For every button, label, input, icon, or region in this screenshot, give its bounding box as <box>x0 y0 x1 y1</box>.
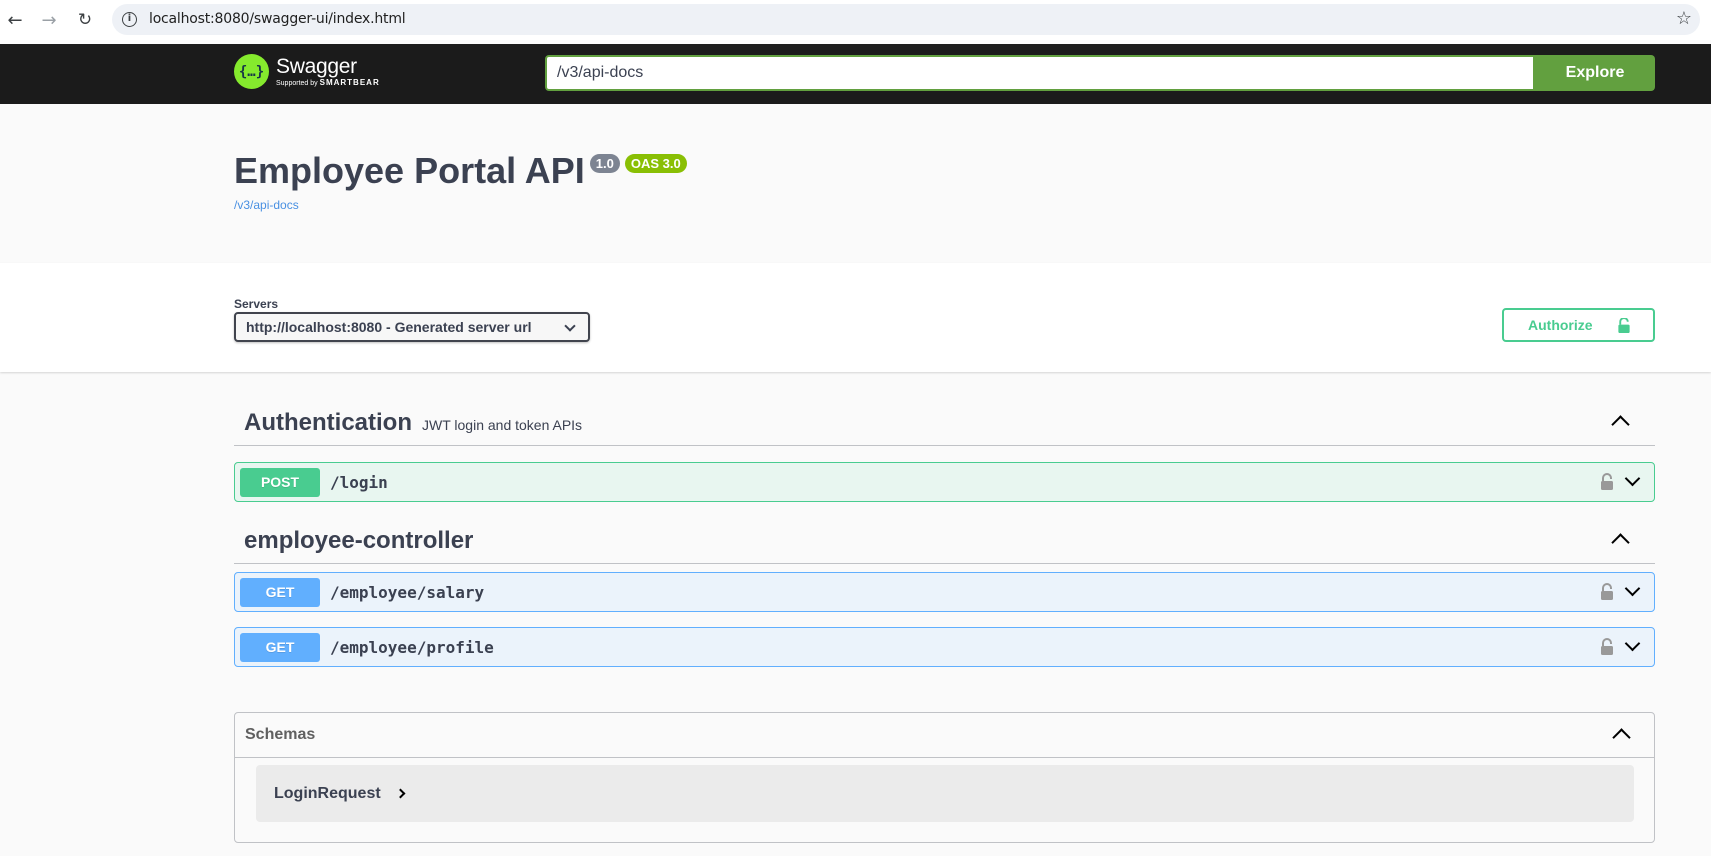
method-badge: GET <box>240 632 320 662</box>
method-badge: GET <box>240 577 320 607</box>
site-info-icon[interactable]: i <box>122 12 137 27</box>
scheme-container: Servers http://localhost:8080 - Generate… <box>0 263 1711 372</box>
back-arrow-icon[interactable]: ← <box>4 9 26 31</box>
chevron-down-icon <box>564 320 576 332</box>
chevron-up-icon[interactable] <box>1611 533 1630 552</box>
schema-name: LoginRequest <box>274 784 381 802</box>
operation-get-employee-profile[interactable]: GET /employee/profile <box>234 627 1655 667</box>
operation-path: /employee/salary <box>330 582 485 602</box>
tag-description: JWT login and token APIs <box>422 416 583 433</box>
tag-authentication[interactable]: Authentication JWT login and token APIs <box>234 400 1655 446</box>
chevron-right-icon[interactable] <box>395 788 406 799</box>
lock-icon[interactable] <box>1600 583 1614 600</box>
schema-item-loginrequest[interactable]: LoginRequest <box>256 765 1634 822</box>
schemas-title: Schemas <box>245 726 316 743</box>
operation-post-login[interactable]: POST /login <box>234 462 1655 502</box>
api-title: Employee Portal API <box>234 150 585 191</box>
browser-toolbar: ← → ↻ i localhost:8080/swagger-ui/index.… <box>0 0 1711 40</box>
chevron-down-icon[interactable] <box>1624 635 1641 652</box>
server-select[interactable]: http://localhost:8080 - Generated server… <box>234 312 590 342</box>
chevron-up-icon[interactable] <box>1611 415 1630 434</box>
method-badge: POST <box>240 467 320 497</box>
lock-icon[interactable] <box>1600 638 1614 655</box>
swagger-topbar: {…} Swagger Supported by SMARTBEAR /v3/a… <box>0 44 1711 104</box>
url-text[interactable]: localhost:8080/swagger-ui/index.html <box>149 11 406 27</box>
chevron-up-icon[interactable] <box>1612 728 1631 747</box>
spec-link[interactable]: /v3/api-docs <box>234 198 687 212</box>
swagger-logo[interactable]: {…} Swagger Supported by SMARTBEAR <box>234 54 380 89</box>
authorize-button[interactable]: Authorize <box>1502 308 1655 342</box>
operation-path: /login <box>330 472 388 492</box>
tag-name: employee-controller <box>244 526 474 554</box>
chevron-down-icon[interactable] <box>1624 470 1641 487</box>
version-badge: 1.0 <box>589 154 620 173</box>
oas-badge: OAS 3.0 <box>624 154 687 173</box>
schemas-header[interactable]: Schemas <box>235 713 1654 758</box>
operation-get-employee-salary[interactable]: GET /employee/salary <box>234 572 1655 612</box>
api-info: Employee Portal API 1.0 OAS 3.0 /v3/api-… <box>234 150 687 212</box>
lock-icon[interactable] <box>1600 473 1614 490</box>
authorize-label: Authorize <box>1528 317 1593 333</box>
swagger-logo-subtitle: Supported by SMARTBEAR <box>276 77 380 88</box>
server-select-value: http://localhost:8080 - Generated server… <box>246 319 532 335</box>
swagger-logo-icon: {…} <box>234 54 269 89</box>
operation-path: /employee/profile <box>330 637 494 657</box>
reload-icon[interactable]: ↻ <box>74 9 96 31</box>
unlocked-lock-icon <box>1618 318 1630 333</box>
tag-name: Authentication <box>244 408 412 436</box>
chevron-down-icon[interactable] <box>1624 580 1641 597</box>
explore-button[interactable]: Explore <box>1535 55 1655 91</box>
api-title-row: Employee Portal API 1.0 OAS 3.0 <box>234 150 687 192</box>
swagger-logo-text: Swagger Supported by SMARTBEAR <box>276 54 380 88</box>
logo-sub-prefix: Supported by <box>276 79 318 87</box>
swagger-logo-title: Swagger <box>276 54 357 78</box>
address-bar[interactable]: i localhost:8080/swagger-ui/index.html ☆ <box>112 4 1700 35</box>
forward-arrow-icon[interactable]: → <box>38 9 60 31</box>
tag-employee-controller[interactable]: employee-controller <box>234 518 1655 564</box>
bookmark-star-icon[interactable]: ☆ <box>1676 8 1692 29</box>
servers-label: Servers <box>234 297 279 311</box>
spec-url-input[interactable]: /v3/api-docs <box>545 55 1535 91</box>
logo-sub-brand: SMARTBEAR <box>319 77 380 87</box>
schemas-section: Schemas LoginRequest <box>234 712 1655 843</box>
